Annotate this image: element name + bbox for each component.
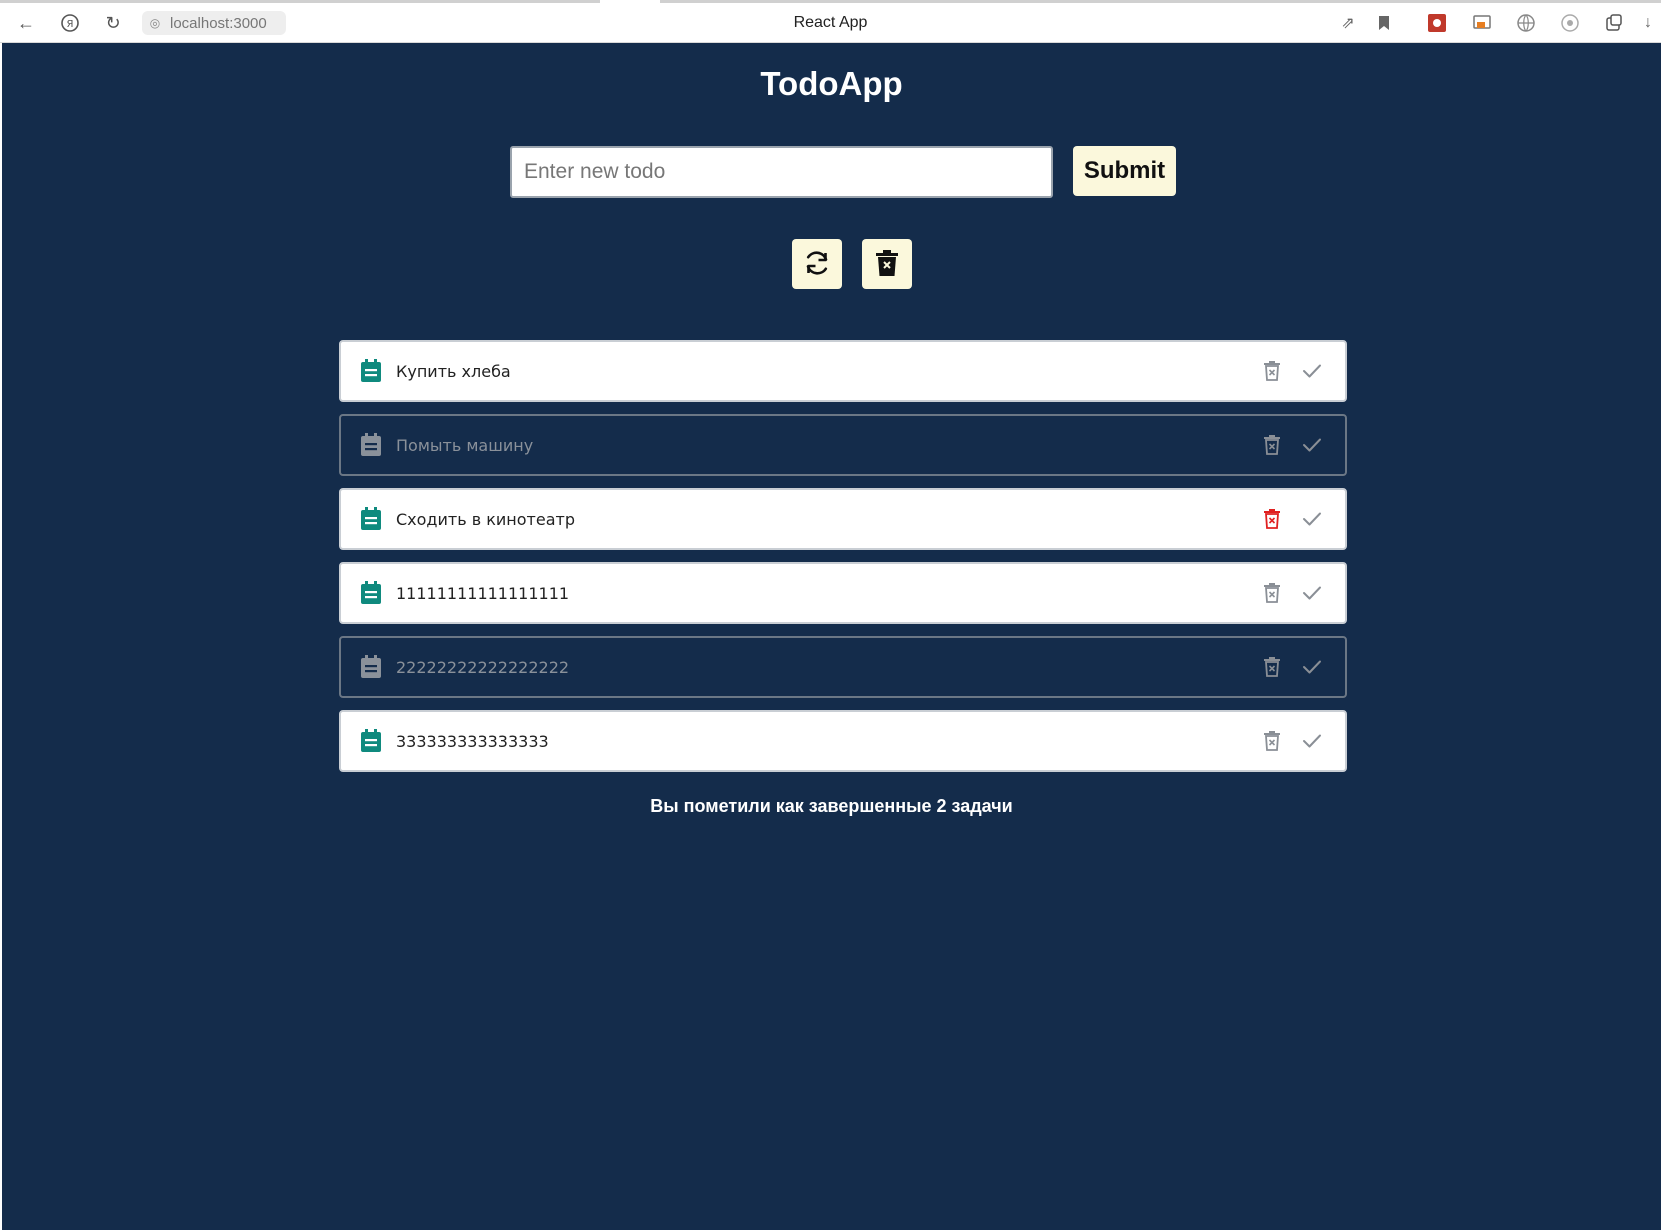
download-icon[interactable]: ↓ <box>1644 12 1661 34</box>
complete-todo-icon[interactable] <box>1300 507 1324 531</box>
delete-todo-icon[interactable] <box>1260 359 1284 383</box>
delete-todo-icon[interactable] <box>1260 655 1284 679</box>
yandex-icon[interactable]: Я <box>58 11 82 35</box>
new-todo-input[interactable] <box>510 146 1053 198</box>
todo-text: 22222222222222222 <box>396 657 570 677</box>
complete-todo-icon[interactable] <box>1300 581 1324 605</box>
globe-icon[interactable] <box>1515 12 1537 34</box>
note-icon <box>360 507 384 531</box>
todo-text: Сходить в кинотеатр <box>396 509 575 529</box>
todo-list: Купить хлеба Помыть машину Сходить в кинот… <box>339 340 1347 784</box>
complete-todo-icon[interactable] <box>1300 433 1324 457</box>
tab-title: React App <box>793 14 868 31</box>
todo-text: Купить хлеба <box>396 361 511 381</box>
submit-button[interactable]: Submit <box>1073 146 1176 196</box>
share-icon[interactable]: ⇗ <box>1337 12 1359 34</box>
delete-todo-icon[interactable] <box>1260 433 1284 457</box>
note-icon <box>360 433 384 457</box>
todo-item[interactable]: Помыть машину <box>339 414 1347 476</box>
note-icon <box>360 359 384 383</box>
site-info-icon[interactable]: ◎ <box>144 12 166 34</box>
todo-item[interactable]: 11111111111111111 <box>339 562 1347 624</box>
svg-text:Я: Я <box>67 19 74 30</box>
todo-text: 11111111111111111 <box>396 583 570 603</box>
delete-todo-icon[interactable] <box>1260 507 1284 531</box>
note-icon <box>360 655 384 679</box>
collections-icon[interactable] <box>1603 12 1625 34</box>
loading-bar <box>0 0 600 3</box>
extension-screen-icon[interactable] <box>1471 12 1493 34</box>
delete-all-button[interactable] <box>862 239 912 289</box>
app-title: TodoApp <box>760 65 903 102</box>
delete-todo-icon[interactable] <box>1260 581 1284 605</box>
address-bar[interactable]: ◎ localhost:3000 <box>142 11 286 35</box>
address-url: localhost:3000 <box>170 14 267 32</box>
todo-app: TodoApp Submit Купить хлеба Помыть машину… <box>2 43 1661 1230</box>
completed-summary: Вы пометили как завершенные 2 задачи <box>650 796 1013 816</box>
reload-icon[interactable]: ↻ <box>101 11 125 35</box>
extension-circle-icon[interactable] <box>1559 12 1581 34</box>
todo-item[interactable]: Сходить в кинотеатр <box>339 488 1347 550</box>
todo-text: Помыть машину <box>396 435 534 455</box>
delete-todo-icon[interactable] <box>1260 729 1284 753</box>
trash-icon <box>874 249 900 280</box>
extension-red-icon[interactable] <box>1426 12 1448 34</box>
todo-item[interactable]: 333333333333333 <box>339 710 1347 772</box>
note-icon <box>360 729 384 753</box>
todo-text: 333333333333333 <box>396 731 549 751</box>
refresh-button[interactable] <box>792 239 842 289</box>
complete-todo-icon[interactable] <box>1300 655 1324 679</box>
complete-todo-icon[interactable] <box>1300 729 1324 753</box>
back-icon[interactable]: ← <box>14 11 38 35</box>
browser-toolbar: ← Я ↻ ◎ localhost:3000 React App ⇗ ↓ <box>0 0 1661 43</box>
todo-item[interactable]: 22222222222222222 <box>339 636 1347 698</box>
note-icon <box>360 581 384 605</box>
refresh-icon <box>802 248 832 281</box>
complete-todo-icon[interactable] <box>1300 359 1324 383</box>
todo-item[interactable]: Купить хлеба <box>339 340 1347 402</box>
bookmark-icon[interactable] <box>1373 12 1395 34</box>
loading-bar-right <box>660 0 1661 3</box>
